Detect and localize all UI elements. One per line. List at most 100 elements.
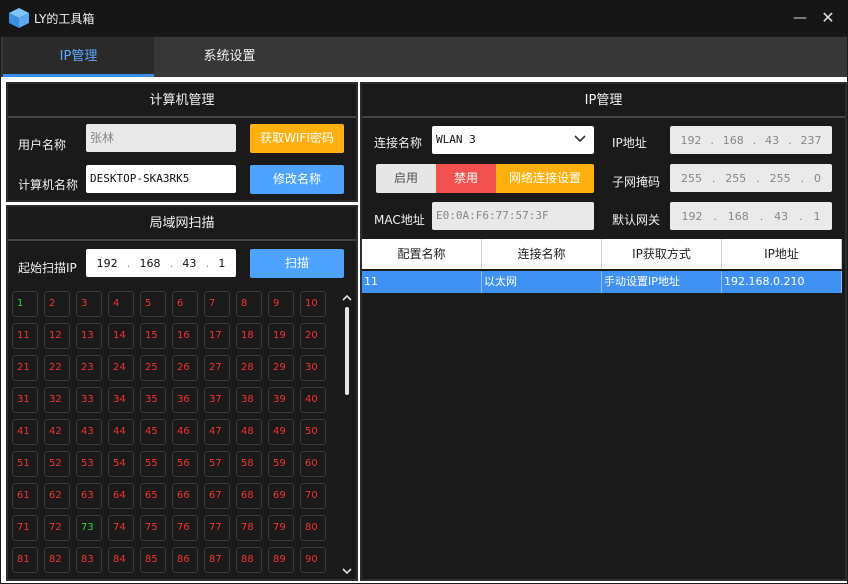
ip-cell[interactable]: 50 bbox=[300, 419, 326, 445]
ip-cell[interactable]: 66 bbox=[172, 483, 198, 509]
ip-cell[interactable]: 75 bbox=[140, 515, 166, 541]
table-header[interactable]: IP获取方式 bbox=[602, 239, 722, 269]
disable-button[interactable]: 禁用 bbox=[436, 164, 496, 193]
ip-cell[interactable]: 39 bbox=[268, 387, 294, 413]
ip-cell[interactable]: 46 bbox=[172, 419, 198, 445]
ip-cell[interactable]: 62 bbox=[44, 483, 70, 509]
tab-system-settings[interactable]: 系统设置 bbox=[154, 37, 305, 77]
ip-cell[interactable]: 36 bbox=[172, 387, 198, 413]
ip-cell[interactable]: 47 bbox=[204, 419, 230, 445]
close-button[interactable]: ✕ bbox=[814, 4, 842, 32]
ip-cell[interactable]: 11 bbox=[12, 323, 38, 349]
ip-cell[interactable]: 70 bbox=[300, 483, 326, 509]
ip-cell[interactable]: 4 bbox=[108, 291, 134, 317]
ip-cell[interactable]: 52 bbox=[44, 451, 70, 477]
ip-cell[interactable]: 72 bbox=[44, 515, 70, 541]
ip-cell[interactable]: 89 bbox=[268, 547, 294, 573]
ip-cell[interactable]: 59 bbox=[268, 451, 294, 477]
ip-cell[interactable]: 13 bbox=[76, 323, 102, 349]
ip-cell[interactable]: 32 bbox=[44, 387, 70, 413]
ip-cell[interactable]: 78 bbox=[236, 515, 262, 541]
rename-button[interactable]: 修改名称 bbox=[250, 165, 344, 194]
ip-cell[interactable]: 26 bbox=[172, 355, 198, 381]
ip-cell[interactable]: 87 bbox=[204, 547, 230, 573]
computer-name-input[interactable]: DESKTOP-SKA3RK5 bbox=[86, 165, 236, 193]
ip-cell[interactable]: 19 bbox=[268, 323, 294, 349]
enable-button[interactable]: 启用 bbox=[376, 164, 436, 193]
ip-cell[interactable]: 67 bbox=[204, 483, 230, 509]
ip-cell[interactable]: 24 bbox=[108, 355, 134, 381]
ip-cell[interactable]: 57 bbox=[204, 451, 230, 477]
ip-cell[interactable]: 80 bbox=[300, 515, 326, 541]
ip-cell[interactable]: 88 bbox=[236, 547, 262, 573]
grid-scrollbar[interactable] bbox=[340, 291, 354, 579]
ip-cell[interactable]: 71 bbox=[12, 515, 38, 541]
network-settings-button[interactable]: 网络连接设置 bbox=[496, 164, 594, 193]
ip-cell[interactable]: 68 bbox=[236, 483, 262, 509]
ip-cell[interactable]: 29 bbox=[268, 355, 294, 381]
table-header[interactable]: 连接名称 bbox=[482, 239, 602, 269]
ip-cell[interactable]: 35 bbox=[140, 387, 166, 413]
ip-cell[interactable]: 79 bbox=[268, 515, 294, 541]
ip-cell[interactable]: 16 bbox=[172, 323, 198, 349]
table-header[interactable]: IP地址 bbox=[722, 239, 842, 269]
ip-cell[interactable]: 85 bbox=[140, 547, 166, 573]
ip-cell[interactable]: 10 bbox=[300, 291, 326, 317]
ip-address-input[interactable]: 192. 168. 43. 237 bbox=[670, 126, 832, 154]
ip-cell[interactable]: 55 bbox=[140, 451, 166, 477]
ip-cell[interactable]: 38 bbox=[236, 387, 262, 413]
ip-cell[interactable]: 33 bbox=[76, 387, 102, 413]
ip-cell[interactable]: 45 bbox=[140, 419, 166, 445]
ip-cell[interactable]: 9 bbox=[268, 291, 294, 317]
ip-cell[interactable]: 37 bbox=[204, 387, 230, 413]
ip-cell[interactable]: 84 bbox=[108, 547, 134, 573]
ip-cell[interactable]: 81 bbox=[12, 547, 38, 573]
table-row[interactable]: 11 以太网 手动设置IP地址 192.168.0.210 bbox=[362, 271, 842, 293]
ip-cell[interactable]: 12 bbox=[44, 323, 70, 349]
ip-cell[interactable]: 3 bbox=[76, 291, 102, 317]
ip-cell[interactable]: 8 bbox=[236, 291, 262, 317]
ip-cell[interactable]: 53 bbox=[76, 451, 102, 477]
ip-cell[interactable]: 74 bbox=[108, 515, 134, 541]
ip-cell[interactable]: 7 bbox=[204, 291, 230, 317]
ip-cell[interactable]: 31 bbox=[12, 387, 38, 413]
connection-select[interactable]: WLAN 3 bbox=[432, 126, 594, 154]
subnet-mask-input[interactable]: 255. 255. 255. 0 bbox=[670, 164, 832, 192]
gateway-input[interactable]: 192. 168. 43. 1 bbox=[670, 202, 832, 230]
ip-cell[interactable]: 69 bbox=[268, 483, 294, 509]
ip-cell[interactable]: 82 bbox=[44, 547, 70, 573]
ip-cell[interactable]: 48 bbox=[236, 419, 262, 445]
ip-cell[interactable]: 64 bbox=[108, 483, 134, 509]
ip-cell[interactable]: 40 bbox=[300, 387, 326, 413]
ip-cell[interactable]: 41 bbox=[12, 419, 38, 445]
ip-cell[interactable]: 23 bbox=[76, 355, 102, 381]
ip-cell[interactable]: 73 bbox=[76, 515, 102, 541]
get-wifi-password-button[interactable]: 获取WIFI密码 bbox=[250, 124, 344, 153]
ip-cell[interactable]: 63 bbox=[76, 483, 102, 509]
start-ip-input[interactable]: 192. 168. 43. 1 bbox=[86, 249, 236, 277]
ip-cell[interactable]: 28 bbox=[236, 355, 262, 381]
ip-cell[interactable]: 15 bbox=[140, 323, 166, 349]
ip-cell[interactable]: 58 bbox=[236, 451, 262, 477]
ip-cell[interactable]: 2 bbox=[44, 291, 70, 317]
ip-cell[interactable]: 44 bbox=[108, 419, 134, 445]
ip-cell[interactable]: 14 bbox=[108, 323, 134, 349]
ip-cell[interactable]: 77 bbox=[204, 515, 230, 541]
ip-cell[interactable]: 42 bbox=[44, 419, 70, 445]
table-header[interactable]: 配置名称 bbox=[362, 239, 482, 269]
ip-cell[interactable]: 1 bbox=[12, 291, 38, 317]
ip-cell[interactable]: 18 bbox=[236, 323, 262, 349]
ip-cell[interactable]: 25 bbox=[140, 355, 166, 381]
ip-cell[interactable]: 86 bbox=[172, 547, 198, 573]
ip-cell[interactable]: 76 bbox=[172, 515, 198, 541]
ip-cell[interactable]: 56 bbox=[172, 451, 198, 477]
ip-cell[interactable]: 54 bbox=[108, 451, 134, 477]
ip-cell[interactable]: 49 bbox=[268, 419, 294, 445]
ip-cell[interactable]: 6 bbox=[172, 291, 198, 317]
ip-cell[interactable]: 22 bbox=[44, 355, 70, 381]
ip-cell[interactable]: 51 bbox=[12, 451, 38, 477]
ip-cell[interactable]: 21 bbox=[12, 355, 38, 381]
ip-cell[interactable]: 61 bbox=[12, 483, 38, 509]
ip-cell[interactable]: 30 bbox=[300, 355, 326, 381]
ip-cell[interactable]: 17 bbox=[204, 323, 230, 349]
